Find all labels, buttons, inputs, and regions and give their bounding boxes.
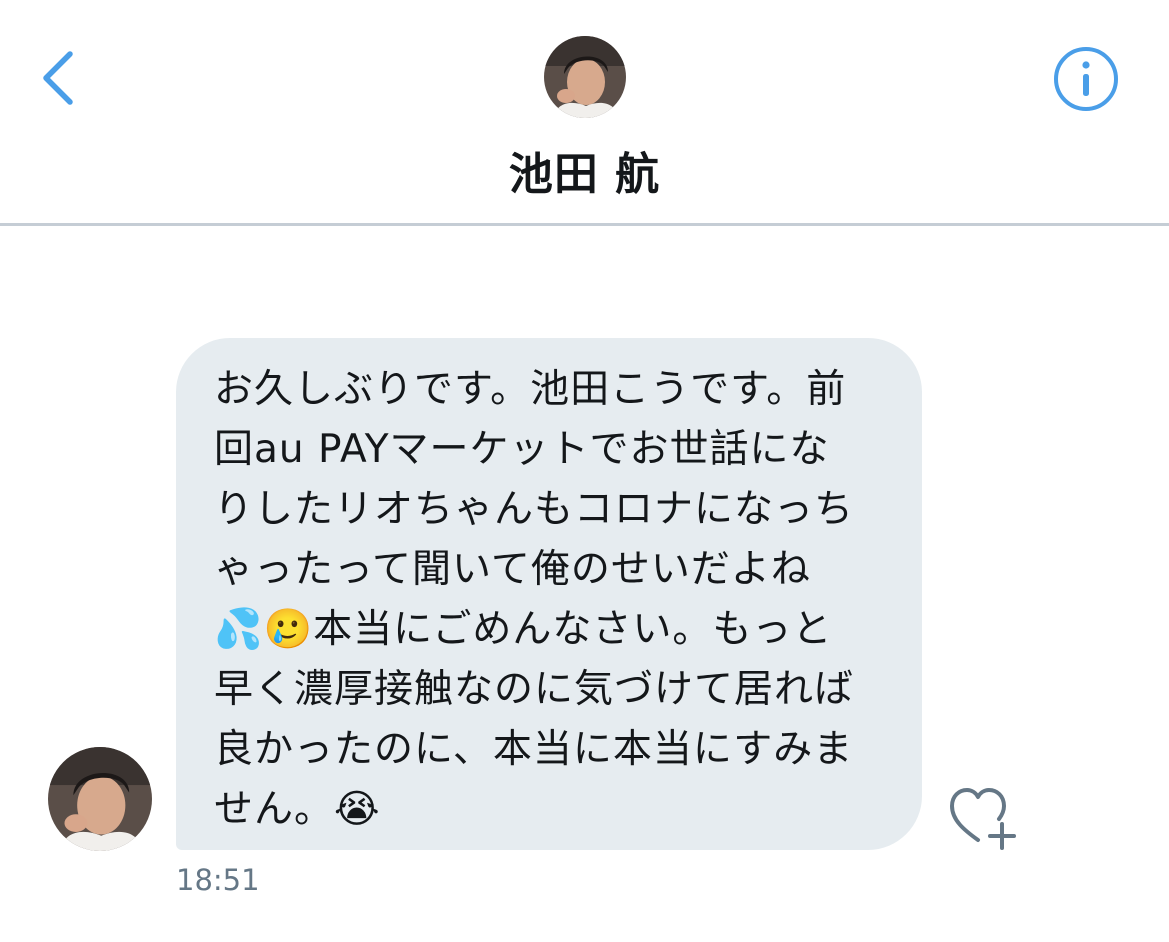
like-message-button[interactable]	[944, 782, 1024, 852]
message-text: お久しぶりです。池田こうです。前 回au PAYマーケットでお世話にな りしたリ…	[214, 367, 855, 832]
message-timestamp: 18:51	[176, 863, 260, 897]
contact-avatar[interactable]	[544, 36, 626, 118]
sender-avatar[interactable]	[48, 747, 152, 851]
avatar-photo	[48, 747, 152, 851]
info-button[interactable]	[1051, 44, 1121, 114]
back-button[interactable]	[30, 40, 90, 116]
message-row: お久しぶりです。池田こうです。前 回au PAYマーケットでお世話にな りしたリ…	[0, 226, 1169, 942]
heart-plus-icon	[950, 788, 1016, 850]
avatar-photo	[544, 36, 626, 118]
contact-name: 池田 航	[508, 149, 661, 200]
chevron-left-icon	[43, 51, 73, 105]
conversation-header: 池田 航	[0, 0, 1169, 226]
info-circle-icon	[1054, 47, 1118, 111]
message-bubble[interactable]: お久しぶりです。池田こうです。前 回au PAYマーケットでお世話にな りしたリ…	[176, 338, 922, 850]
